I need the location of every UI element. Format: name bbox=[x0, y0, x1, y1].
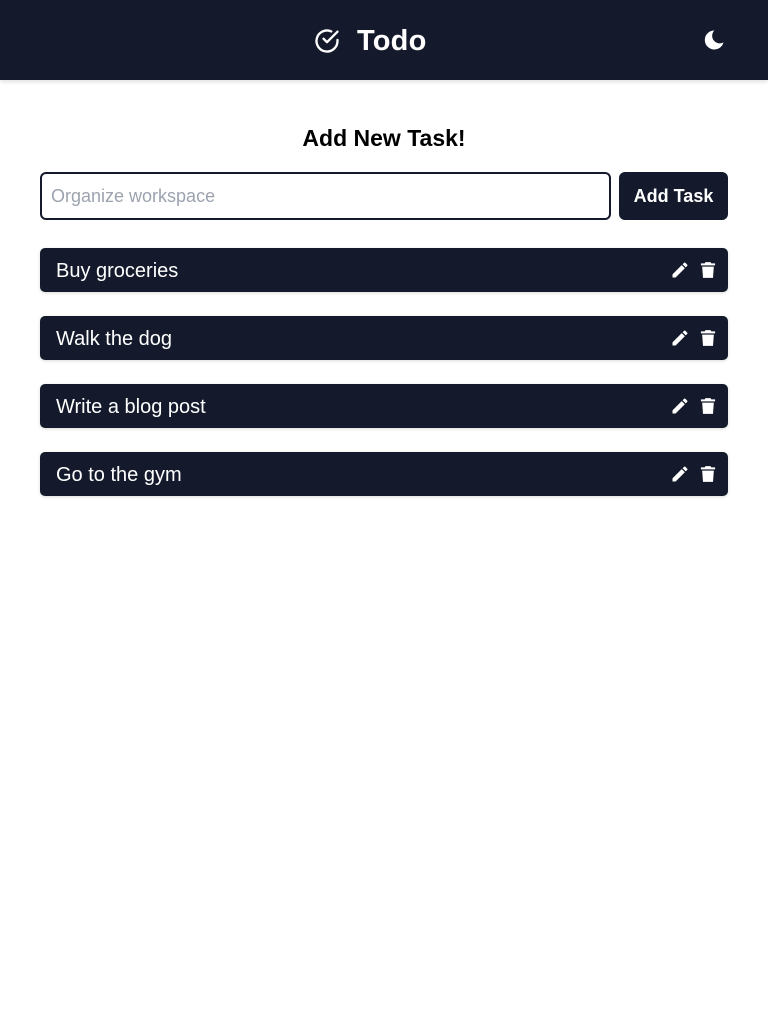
trash-icon bbox=[698, 260, 718, 280]
form-heading: Add New Task! bbox=[302, 125, 466, 151]
task-item: Go to the gym bbox=[40, 452, 728, 496]
task-list: Buy groceries Walk the dog Write a blog … bbox=[40, 248, 728, 520]
delete-task-button[interactable] bbox=[698, 396, 718, 416]
edit-task-button[interactable] bbox=[670, 260, 690, 280]
trash-icon bbox=[698, 396, 718, 416]
moon-icon bbox=[702, 28, 726, 52]
task-label: Write a blog post bbox=[56, 396, 206, 418]
theme-toggle-button[interactable] bbox=[700, 26, 728, 54]
task-actions bbox=[670, 464, 718, 484]
task-label: Walk the dog bbox=[56, 328, 172, 350]
trash-icon bbox=[698, 464, 718, 484]
task-actions bbox=[670, 328, 718, 348]
brand: Todo bbox=[313, 22, 427, 60]
task-item: Write a blog post bbox=[40, 384, 728, 428]
task-actions bbox=[670, 260, 718, 280]
pencil-icon bbox=[670, 464, 690, 484]
trash-icon bbox=[698, 328, 718, 348]
delete-task-button[interactable] bbox=[698, 328, 718, 348]
check-circle-icon bbox=[313, 27, 341, 55]
app-header: Todo bbox=[0, 0, 768, 80]
app-title: Todo bbox=[357, 25, 427, 57]
edit-task-button[interactable] bbox=[670, 396, 690, 416]
task-label: Buy groceries bbox=[56, 260, 179, 282]
pencil-icon bbox=[670, 396, 690, 416]
task-input[interactable] bbox=[40, 172, 611, 220]
task-item: Walk the dog bbox=[40, 316, 728, 360]
task-actions bbox=[670, 396, 718, 416]
task-label: Go to the gym bbox=[56, 464, 182, 486]
edit-task-button[interactable] bbox=[670, 464, 690, 484]
edit-task-button[interactable] bbox=[670, 328, 690, 348]
delete-task-button[interactable] bbox=[698, 464, 718, 484]
pencil-icon bbox=[670, 328, 690, 348]
task-item: Buy groceries bbox=[40, 248, 728, 292]
add-task-button[interactable]: Add Task bbox=[619, 172, 728, 220]
delete-task-button[interactable] bbox=[698, 260, 718, 280]
pencil-icon bbox=[670, 260, 690, 280]
